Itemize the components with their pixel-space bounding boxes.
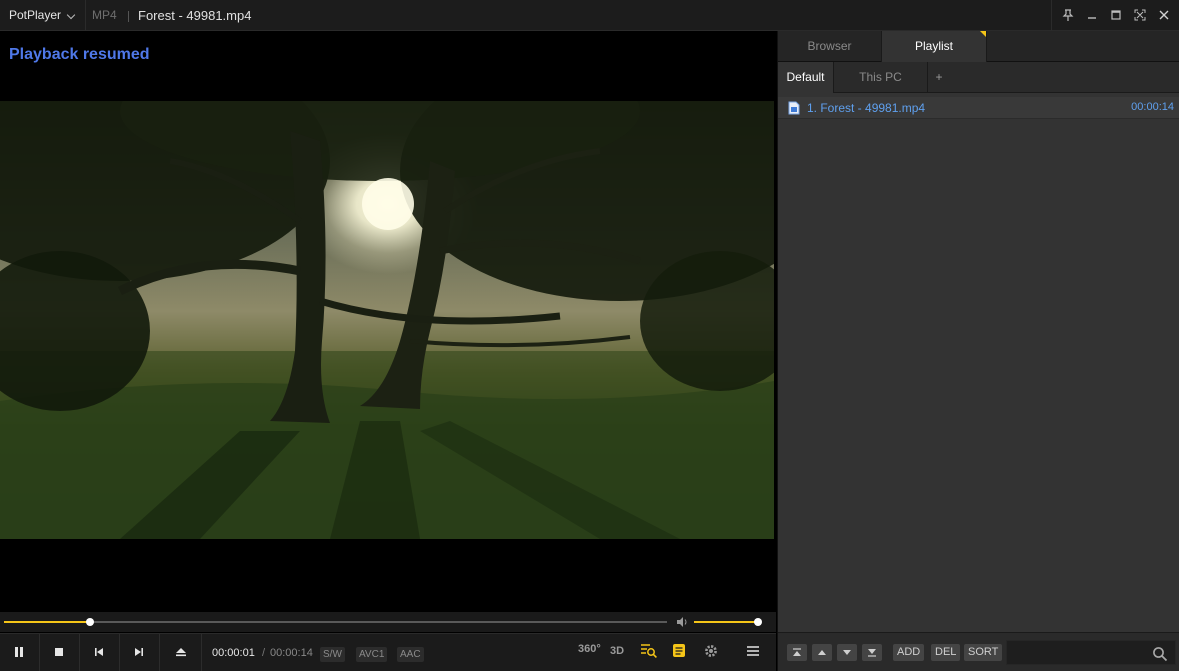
- playlist-search-button[interactable]: [640, 643, 658, 662]
- window-controls: [1051, 0, 1179, 31]
- playlist-subtabs: Default This PC +: [778, 62, 1179, 93]
- fullscreen-icon: [1134, 9, 1146, 21]
- side-panel: Browser Playlist Default This PC + 1. Fo…: [777, 31, 1179, 671]
- seek-row: [0, 612, 776, 632]
- next-button[interactable]: [120, 634, 160, 671]
- app-name: PotPlayer: [9, 8, 62, 22]
- video-file-icon: [788, 101, 800, 115]
- subtab-default[interactable]: Default: [778, 62, 834, 93]
- window-title: Forest - 49981.mp4: [138, 8, 252, 23]
- subtitle-button[interactable]: [672, 643, 686, 662]
- eject-icon: [176, 648, 186, 657]
- control-bar: 00:00:01 / 00:00:14 S/W AVC1 AAC 360° 3D: [0, 633, 776, 671]
- panel-tabs: Browser Playlist: [778, 31, 1179, 62]
- app-menu-button[interactable]: PotPlayer: [0, 0, 86, 31]
- pause-button[interactable]: [0, 634, 40, 671]
- 3d-button[interactable]: 3D: [610, 643, 624, 657]
- playlist-search-input[interactable]: [1006, 640, 1176, 665]
- pause-icon: [15, 647, 23, 657]
- seek-bar[interactable]: [4, 618, 667, 626]
- maximize-button[interactable]: [1104, 0, 1128, 31]
- fullscreen-button[interactable]: [1128, 0, 1152, 31]
- search-icon[interactable]: [1152, 646, 1168, 662]
- previous-button[interactable]: [80, 634, 120, 671]
- active-tab-marker: [980, 31, 986, 37]
- sort-button[interactable]: SORT: [964, 644, 1003, 661]
- move-to-top-icon: [793, 648, 801, 656]
- move-up-button[interactable]: [812, 644, 832, 661]
- eject-button[interactable]: [162, 634, 202, 671]
- vr-360-button[interactable]: 360°: [578, 641, 601, 655]
- maximize-icon: [1111, 10, 1121, 20]
- settings-button[interactable]: [703, 643, 719, 662]
- title-bar: PotPlayer MP4 Forest - 49981.mp4: [0, 0, 1179, 31]
- add-tab-button[interactable]: +: [928, 62, 950, 93]
- video-frame[interactable]: [0, 101, 774, 539]
- forest-scene: [0, 101, 774, 539]
- tab-playlist-label: Playlist: [914, 39, 953, 53]
- playlist-item-duration: 00:00:14: [1131, 101, 1174, 113]
- format-label: MP4: [92, 8, 117, 22]
- delete-button[interactable]: DEL: [931, 644, 961, 661]
- seek-progress: [4, 621, 91, 623]
- time-separator: /: [262, 647, 266, 659]
- video-area[interactable]: Playback resumed: [0, 31, 776, 612]
- volume-slider[interactable]: [694, 618, 763, 626]
- tab-browser[interactable]: Browser: [778, 31, 882, 62]
- playlist-item-title: 1. Forest - 49981.mp4: [807, 101, 926, 115]
- volume-level: [694, 621, 759, 623]
- gear-icon: [705, 645, 717, 657]
- volume-icon[interactable]: [676, 616, 688, 628]
- seek-handle[interactable]: [86, 618, 95, 626]
- total-time: 00:00:14: [270, 647, 313, 659]
- pin-button[interactable]: [1056, 0, 1080, 31]
- skip-next-icon: [135, 648, 143, 656]
- tab-playlist[interactable]: Playlist: [882, 31, 987, 62]
- playlist: 1. Forest - 49981.mp4 00:00:14: [778, 97, 1179, 119]
- audio-codec-tag[interactable]: AAC: [397, 647, 424, 662]
- subtitle-icon: [673, 644, 685, 657]
- add-button[interactable]: ADD: [893, 644, 925, 661]
- close-button[interactable]: [1152, 0, 1176, 31]
- move-up-icon: [818, 650, 826, 655]
- list-search-icon: [641, 644, 657, 658]
- move-bottom-button[interactable]: [862, 644, 882, 661]
- main-menu-button[interactable]: [746, 644, 760, 661]
- chevron-down-icon: [66, 10, 76, 20]
- playlist-item[interactable]: 1. Forest - 49981.mp4 00:00:14: [778, 97, 1179, 119]
- video-codec-tag[interactable]: AVC1: [356, 647, 388, 662]
- hamburger-menu-icon: [747, 646, 759, 656]
- playlist-toolbar: ADD DEL SORT: [778, 632, 1179, 671]
- move-to-bottom-icon: [868, 649, 876, 657]
- minimize-icon: [1088, 17, 1096, 19]
- stop-icon: [55, 648, 63, 656]
- volume-handle[interactable]: [754, 618, 763, 626]
- pin-icon: [1062, 9, 1074, 21]
- close-icon: [1159, 10, 1169, 20]
- move-top-button[interactable]: [787, 644, 807, 661]
- move-down-icon: [843, 650, 851, 655]
- current-time: 00:00:01: [212, 647, 255, 659]
- 3d-label: 3D: [610, 645, 625, 657]
- minimize-button[interactable]: [1080, 0, 1104, 31]
- title-divider: [128, 11, 129, 22]
- skip-previous-icon: [95, 648, 103, 656]
- stop-button[interactable]: [40, 634, 80, 671]
- subtab-this-pc[interactable]: This PC: [834, 62, 928, 93]
- decoder-tag[interactable]: S/W: [320, 647, 345, 662]
- move-down-button[interactable]: [837, 644, 857, 661]
- osd-message: Playback resumed: [9, 46, 150, 63]
- vr-360-label: 360°: [578, 643, 601, 655]
